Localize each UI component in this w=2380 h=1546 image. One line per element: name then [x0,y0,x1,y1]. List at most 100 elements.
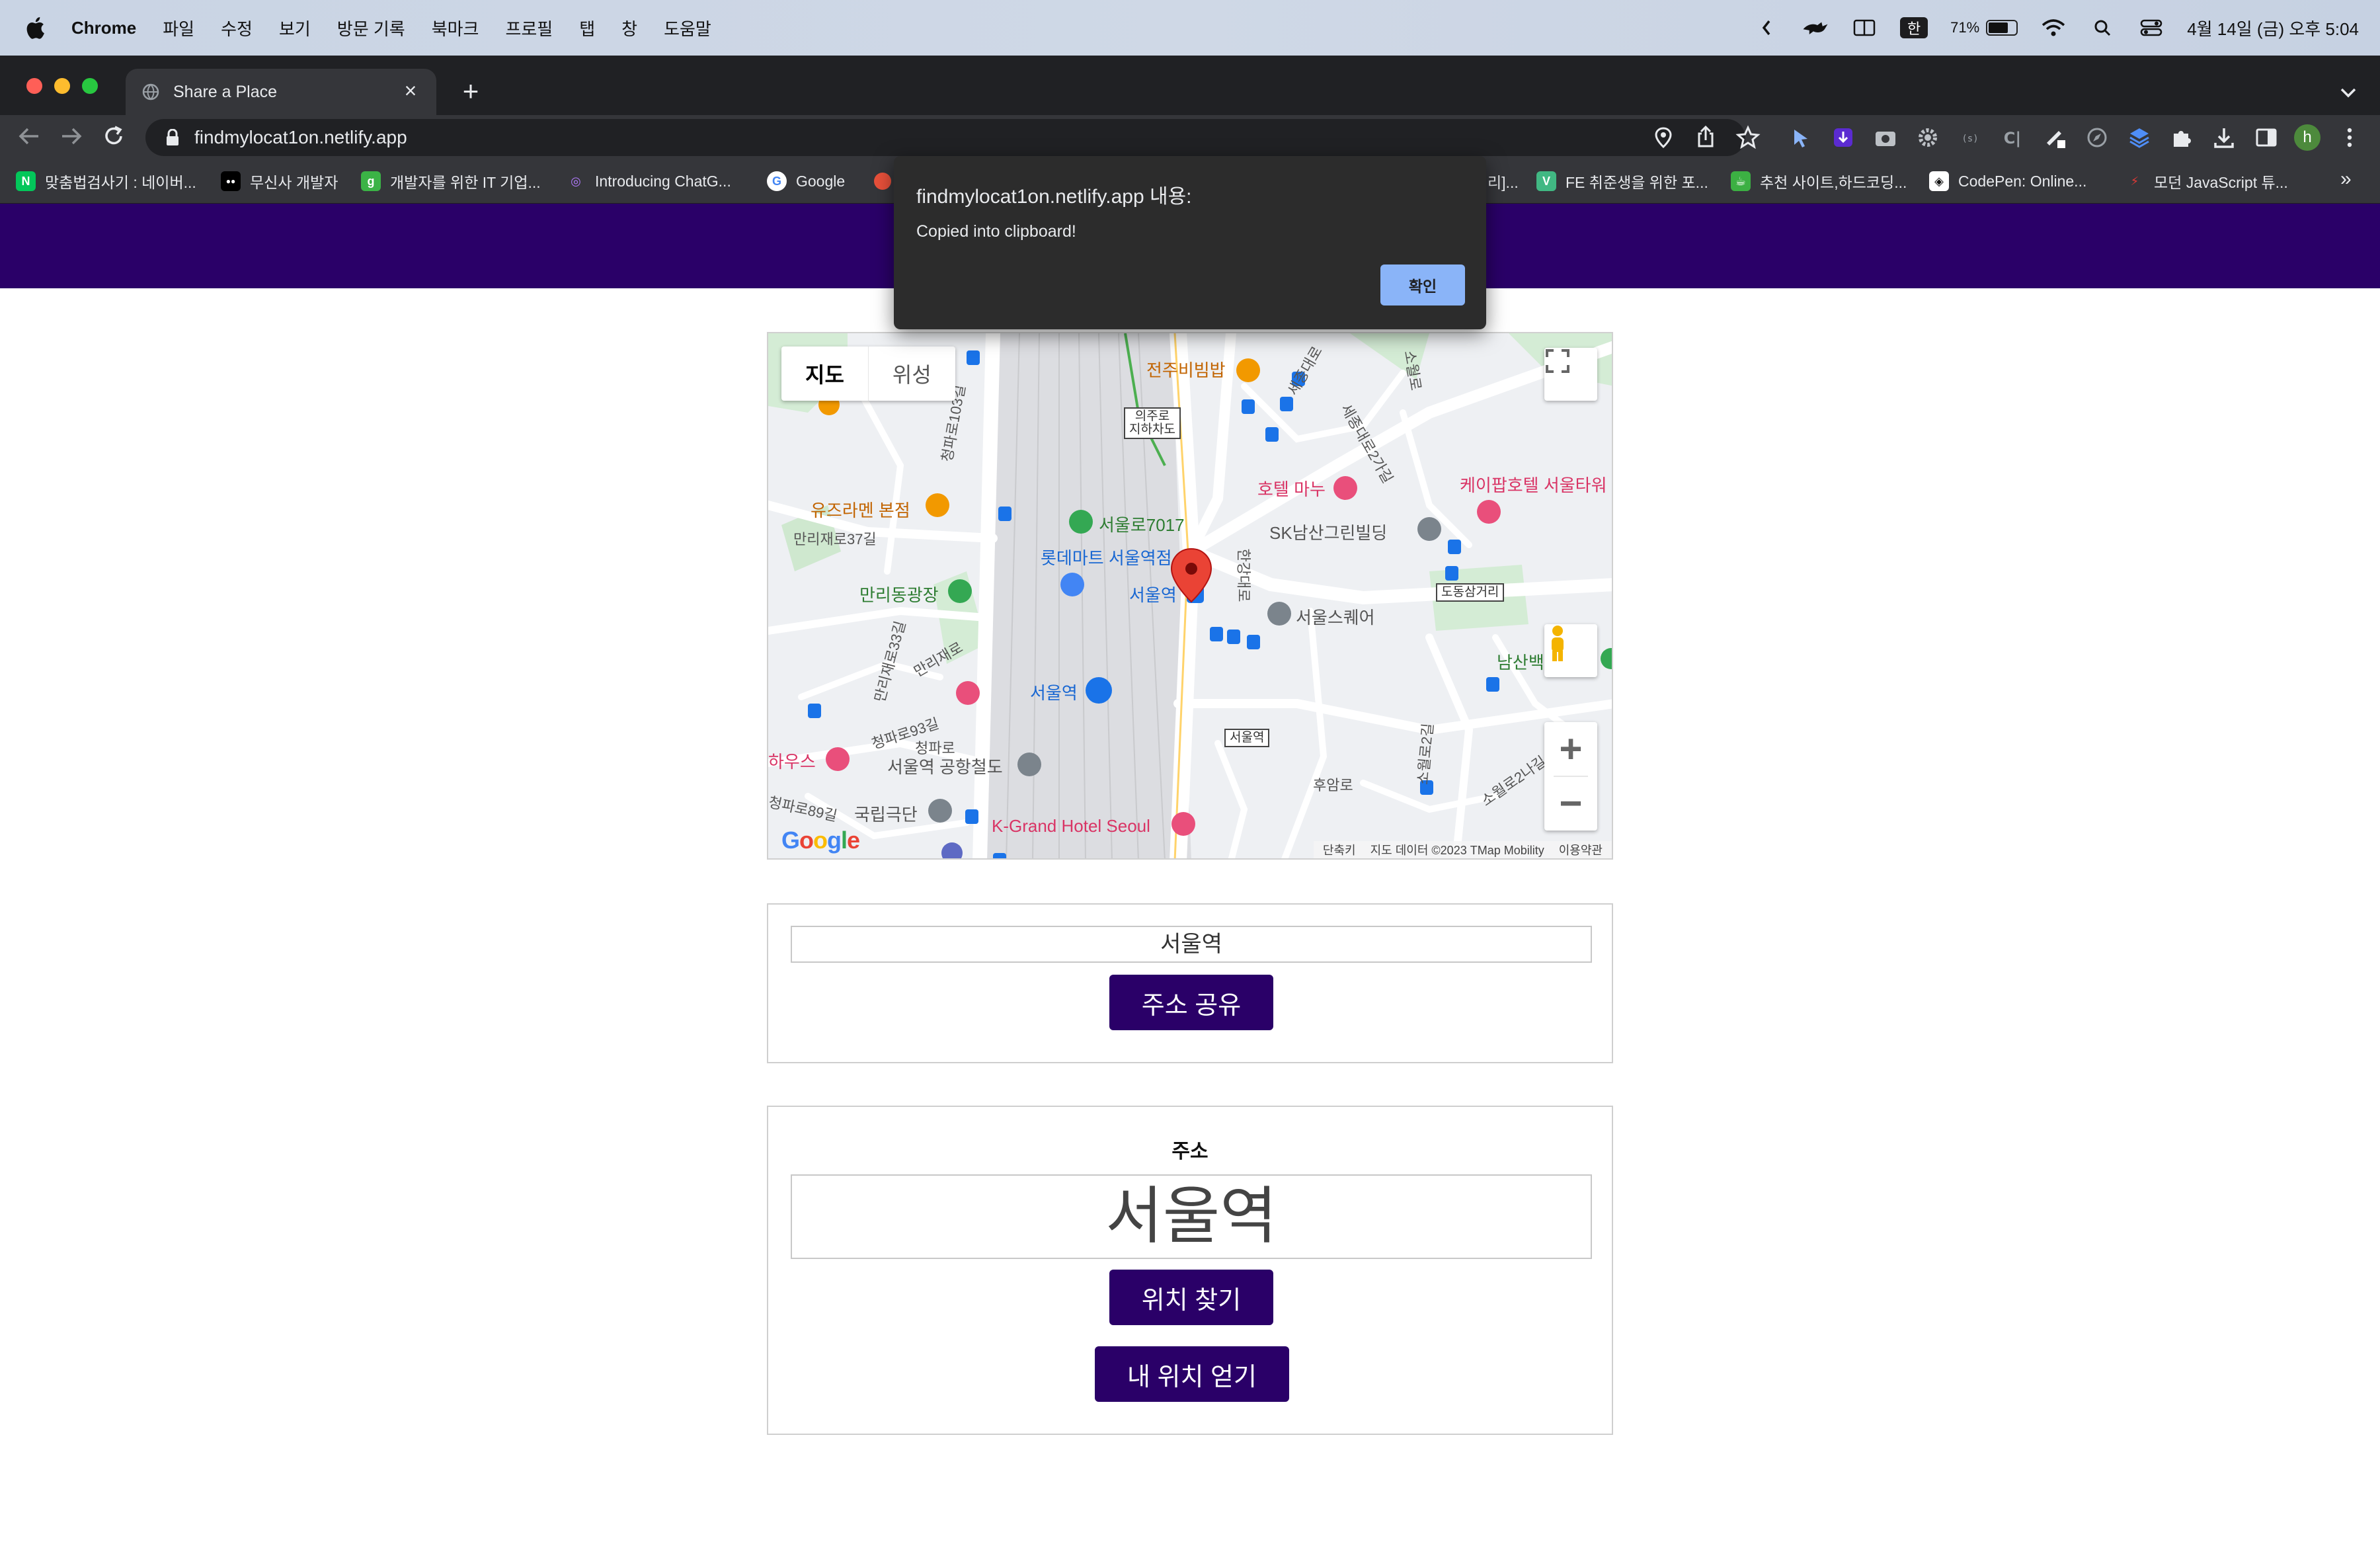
gear-extension-icon[interactable] [1915,124,1941,151]
puzzle-extensions-icon[interactable] [2168,124,2195,151]
chevron-left-icon[interactable] [1753,18,1780,38]
lock-icon[interactable] [165,129,180,146]
bookmark-item[interactable]: V FE 취준생을 위한 포... [1536,167,1708,196]
bookmark-label: Introducing ChatG... [595,172,731,190]
zoom-in-button[interactable]: + [1544,722,1597,776]
map-view[interactable]: 전주비빔밥 호텔 마누 케이팝호텔 서울타워 유즈라멘 본점 서울로7017 롯… [767,332,1613,860]
bookmark-star-icon[interactable] [1735,124,1761,151]
street-view-pegman-icon[interactable] [1544,624,1597,677]
more-bookmarks-icon[interactable]: » [2340,168,2352,190]
address-bar[interactable]: findmylocat1on.netlify.app [145,119,1745,156]
minimize-window-button[interactable] [54,78,70,94]
map-label-lotte[interactable]: 롯데마트 서울역점 [1041,545,1172,569]
input-method-indicator[interactable]: 한 [1900,17,1928,38]
close-window-button[interactable] [26,78,42,94]
map-label-seoul-station[interactable]: 서울역 [1129,582,1177,606]
menu-view[interactable]: 보기 [279,16,311,40]
battery-status[interactable]: 71% [1950,19,2018,36]
map-label-house[interactable]: 하우스 [768,749,816,773]
download-extension-icon[interactable] [1830,124,1856,151]
map-label-bus-seoul[interactable]: 서울역 [1030,680,1078,704]
map-type-satellite-button[interactable]: 위성 [869,346,955,401]
map-label-hotel-manu[interactable]: 호텔 마누 [1257,476,1326,501]
svg-text:(s): (s) [1962,134,1978,144]
back-arrow-icon[interactable] [16,123,42,149]
bookmark-item[interactable]: G Google [767,167,845,196]
close-tab-icon[interactable]: × [399,80,422,103]
dialog-ok-button[interactable]: 확인 [1380,264,1465,305]
map-terms-link[interactable]: 이용약관 [1559,841,1603,858]
forward-arrow-icon[interactable] [58,123,85,149]
menu-tab[interactable]: 탭 [579,16,595,40]
camera-extension-icon[interactable] [1872,124,1899,151]
zoom-out-button[interactable]: − [1544,776,1597,831]
map-attribution: 단축키 지도 데이터 ©2023 TMap Mobility 이용약관 [1313,841,1612,858]
code-extension-icon[interactable]: C| [1999,124,2026,151]
bookmark-item[interactable]: 리]... [1488,167,1519,196]
address-label: 주소 [1171,1141,1209,1162]
bookmark-item[interactable]: ☕ 추천 사이트,하드코딩... [1731,167,1907,196]
new-tab-icon[interactable]: + [456,77,485,106]
fullscreen-icon[interactable] [1544,348,1597,401]
map-label-seoulyeok-box: 서울역 [1224,729,1270,747]
menu-edit[interactable]: 수정 [221,16,253,40]
bookmark-label: 개발자를 위한 IT 기업... [390,174,541,191]
map-label-national[interactable]: 국립극단 [854,801,918,826]
openai-icon: ◎ [571,174,581,188]
bookmark-item[interactable]: ◈ CodePen: Online... [1929,167,2086,196]
bookmark-item[interactable]: ●● 무신사 개발자 [221,167,338,196]
dialog-title: findmylocat1on.netlify.app 내용: [916,186,1192,208]
wifi-icon[interactable] [2040,18,2067,38]
map-label-kgrand[interactable]: K-Grand Hotel Seoul [992,816,1150,836]
layers-extension-icon[interactable] [2126,124,2153,151]
bookmark-item[interactable]: ◎ Introducing ChatG... [566,167,731,196]
map-label-seoul-square[interactable]: 서울스퀘어 [1296,604,1375,629]
side-panel-icon[interactable] [2253,124,2280,151]
bookmark-item[interactable]: N 맞춤법검사기 : 네이버... [16,167,196,196]
zoom-window-button[interactable] [82,78,98,94]
map-label-namsan[interactable]: 남산백 [1497,649,1544,674]
menu-app-name[interactable]: Chrome [71,18,136,38]
map-type-map-button[interactable]: 지도 [781,346,869,401]
cursor-extension-icon[interactable] [1788,124,1814,151]
menu-profile[interactable]: 프로필 [505,16,553,40]
menu-help[interactable]: 도움말 [664,16,711,40]
spotlight-search-icon[interactable] [2089,18,2116,38]
compass-extension-icon[interactable] [2084,124,2110,151]
map-label-yuzu[interactable]: 유즈라멘 본점 [811,497,910,522]
map-label-jeonju[interactable]: 전주비빔밥 [1146,357,1226,382]
bookmark-item[interactable]: ⚡ 모던 JavaScript 튜... [2125,167,2288,196]
cat-app-icon[interactable] [1802,18,1829,38]
script-extension-icon[interactable]: (s) [1957,124,1983,151]
profile-avatar[interactable]: h [2294,124,2320,151]
map-label-seoullo[interactable]: 서울로7017 [1099,512,1185,536]
chrome-menu-icon[interactable] [2344,126,2355,149]
menu-file[interactable]: 파일 [163,16,194,40]
get-my-location-button[interactable]: 내 위치 얻기 [1095,1346,1289,1402]
menu-history[interactable]: 방문 기록 [337,16,405,40]
share-address-button[interactable]: 주소 공유 [1109,975,1273,1030]
bookmark-item[interactable]: g 개발자를 위한 IT 기업... [361,167,541,196]
menu-window[interactable]: 창 [621,16,637,40]
menubar-clock[interactable]: 4월 14일 (금) 오후 5:04 [2187,16,2359,40]
map-label-kpop-hotel[interactable]: 케이팝호텔 서울타워 [1460,472,1607,497]
control-center-icon[interactable] [2138,18,2164,38]
map-label-sk[interactable]: SK남산그린빌딩 [1269,520,1387,544]
cup-icon: ☕ [1731,171,1751,191]
share-icon[interactable] [1692,124,1719,151]
address-input[interactable]: 서울역 [791,1174,1592,1259]
menu-bookmarks[interactable]: 북마크 [432,16,479,40]
apple-icon[interactable] [25,17,45,39]
pen-extension-icon[interactable] [2042,124,2068,151]
shared-address-field[interactable]: 서울역 [791,926,1592,963]
location-pin-icon[interactable] [1650,124,1677,151]
map-shortcuts-link[interactable]: 단축키 [1323,841,1356,858]
find-location-button[interactable]: 위치 찾기 [1109,1270,1273,1325]
split-view-icon[interactable] [1851,18,1878,38]
downloads-icon[interactable] [2211,124,2237,151]
tab-search-chevron-icon[interactable] [2336,81,2360,104]
tab-share-a-place[interactable]: Share a Place × [126,69,436,115]
map-label-manri-square[interactable]: 만리동광장 [859,582,939,606]
map-data-credit: 지도 데이터 ©2023 TMap Mobility [1370,844,1544,857]
reload-icon[interactable] [100,123,127,149]
